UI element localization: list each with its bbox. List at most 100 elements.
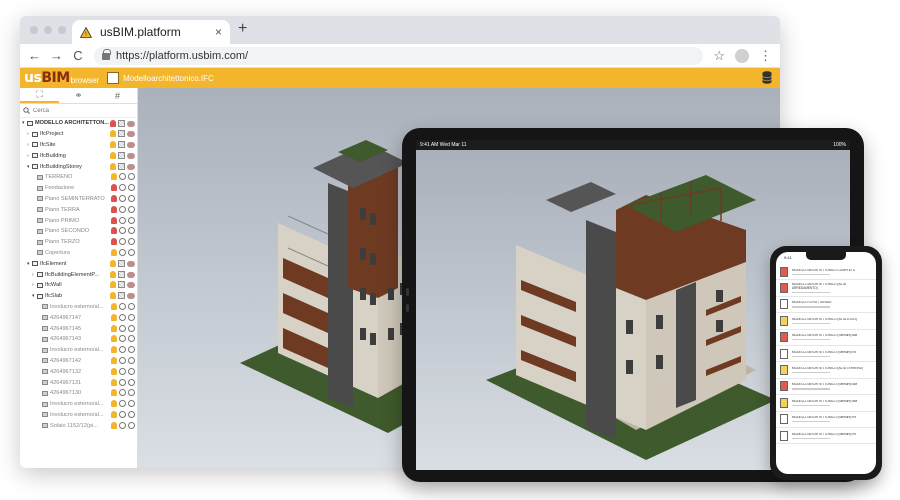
tree-row[interactable]: Piano PRIMO [20,215,137,226]
tab-hierarchy[interactable]: ⛶ [20,88,59,103]
tree-row[interactable]: Fondazione [20,183,137,194]
isolate-icon[interactable] [128,184,135,192]
phone-list-item[interactable]: MODELLO ARCHITETTONICO COMPLETO [776,264,876,281]
bookmark-star-icon[interactable]: ☆ [713,48,725,64]
isolate-icon[interactable] [128,313,135,321]
light-bulb-icon[interactable] [111,195,117,203]
light-bulb-icon[interactable] [111,421,117,429]
tree-row[interactable]: ▾ MODELLO ARCHITETTON... [20,118,137,129]
transparency-icon[interactable] [118,162,125,170]
visibility-icon[interactable] [119,378,126,386]
light-bulb-icon[interactable] [111,389,117,397]
light-bulb-icon[interactable] [111,303,117,311]
tree-row[interactable]: › IfcProject [20,129,137,140]
close-window-dot[interactable] [30,26,38,34]
isolate-icon[interactable] [128,421,135,429]
isolate-icon[interactable] [128,205,135,213]
cloud-icon[interactable] [127,271,135,278]
visibility-icon[interactable] [119,400,126,408]
visibility-icon[interactable] [119,389,126,397]
transparency-icon[interactable] [118,141,125,149]
cloud-icon[interactable] [127,120,135,127]
database-icon[interactable] [762,71,772,84]
phone-list-item[interactable]: MODELLO ARCHITETTONICO (Semiurb) rvt [776,428,876,445]
tree-row[interactable]: TERRENO [20,172,137,183]
tree-row[interactable]: 4264967147 [20,312,137,323]
back-icon[interactable]: ← [28,48,41,63]
visibility-icon[interactable] [119,184,126,192]
light-bulb-icon[interactable] [110,151,116,159]
isolate-icon[interactable] [128,367,135,375]
light-bulb-icon[interactable] [111,367,117,375]
isolate-icon[interactable] [128,227,135,235]
isolate-icon[interactable] [128,195,135,203]
tree-row[interactable]: Piano TERRA [20,204,137,215]
tree-row[interactable]: 4264967145 [20,323,137,334]
isolate-icon[interactable] [128,335,135,343]
tree-row[interactable]: 4264967130 [20,388,137,399]
transparency-icon[interactable] [118,281,125,289]
tree-row[interactable]: Solaio 1152/12(pi... [20,420,137,431]
visibility-icon[interactable] [119,216,126,224]
browser-tab[interactable]: ! usBIM.platform × [72,20,230,44]
visibility-icon[interactable] [119,173,126,181]
minimize-window-dot[interactable] [44,26,52,34]
tree-row[interactable]: ▾ IfcElement [20,258,137,269]
phone-list-item[interactable]: MODELLO ARCHITETTONICO (Semiurb) dwl [776,395,876,412]
tab-properties[interactable]: # [98,88,137,103]
light-bulb-icon[interactable] [111,205,117,213]
project-name[interactable]: Modelloarchitettonico.IFC [123,74,214,83]
cloud-icon[interactable] [127,282,135,289]
isolate-icon[interactable] [128,411,135,419]
tree-row[interactable]: ▾ IfcBuildingStorey [20,161,137,172]
isolate-icon[interactable] [128,303,135,311]
tab-links[interactable]: ⚭ [59,88,98,103]
visibility-icon[interactable] [119,367,126,375]
tree-row[interactable]: Piano TERZO [20,237,137,248]
transparency-icon[interactable] [118,259,125,267]
transparency-icon[interactable] [118,151,125,159]
visibility-icon[interactable] [119,357,126,365]
light-bulb-icon[interactable] [110,162,116,170]
cloud-icon[interactable] [127,142,135,149]
light-bulb-icon[interactable] [111,216,117,224]
light-bulb-icon[interactable] [111,346,117,354]
visibility-icon[interactable] [119,324,126,332]
phone-list-item[interactable]: MODELLO ARCHITETTONICO (Semiurb) dwl [776,379,876,396]
transparency-icon[interactable] [118,130,125,138]
tree-row[interactable]: 4264967132 [20,366,137,377]
phone-list-item[interactable]: MODELLO ARCHITETTONICO (Semiurb) rvt [776,412,876,428]
transparency-icon[interactable] [118,119,125,127]
cloud-icon[interactable] [127,152,135,159]
isolate-icon[interactable] [128,346,135,354]
tree-row[interactable]: › IfcSite [20,140,137,151]
visibility-icon[interactable] [119,205,126,213]
visibility-icon[interactable] [119,313,126,321]
visibility-icon[interactable] [119,411,126,419]
cloud-icon[interactable] [127,131,135,138]
cloud-icon[interactable] [127,260,135,267]
visibility-icon[interactable] [119,421,126,429]
visibility-icon[interactable] [119,238,126,246]
tree-row[interactable]: › IfcBuildingElementP... [20,269,137,280]
isolate-icon[interactable] [128,400,135,408]
light-bulb-icon[interactable] [110,259,116,267]
tree-row[interactable]: › IfcBuilding [20,150,137,161]
light-bulb-icon[interactable] [110,119,116,127]
tree-row[interactable]: Involucro esterno/al... [20,399,137,410]
profile-avatar[interactable] [735,48,749,63]
light-bulb-icon[interactable] [111,173,117,181]
light-bulb-icon[interactable] [110,270,116,278]
light-bulb-icon[interactable] [111,378,117,386]
close-tab-icon[interactable]: × [215,25,222,39]
visibility-icon[interactable] [119,227,126,235]
phone-list-item[interactable]: MODELLO STRUTTURALE [776,297,876,314]
isolate-icon[interactable] [128,389,135,397]
tree-row[interactable]: Involucro esterno/al... [20,410,137,421]
isolate-icon[interactable] [128,357,135,365]
tree-row[interactable]: 4264967142 [20,356,137,367]
tree-row[interactable]: Piano SEMINTERRATO [20,194,137,205]
tree-row[interactable]: Involucro esterno/al... [20,302,137,313]
phone-list-item[interactable]: MODELLO ARCHITETTONICO (ALTA LOGO) [776,313,876,330]
tree-row[interactable]: Copertura [20,248,137,259]
